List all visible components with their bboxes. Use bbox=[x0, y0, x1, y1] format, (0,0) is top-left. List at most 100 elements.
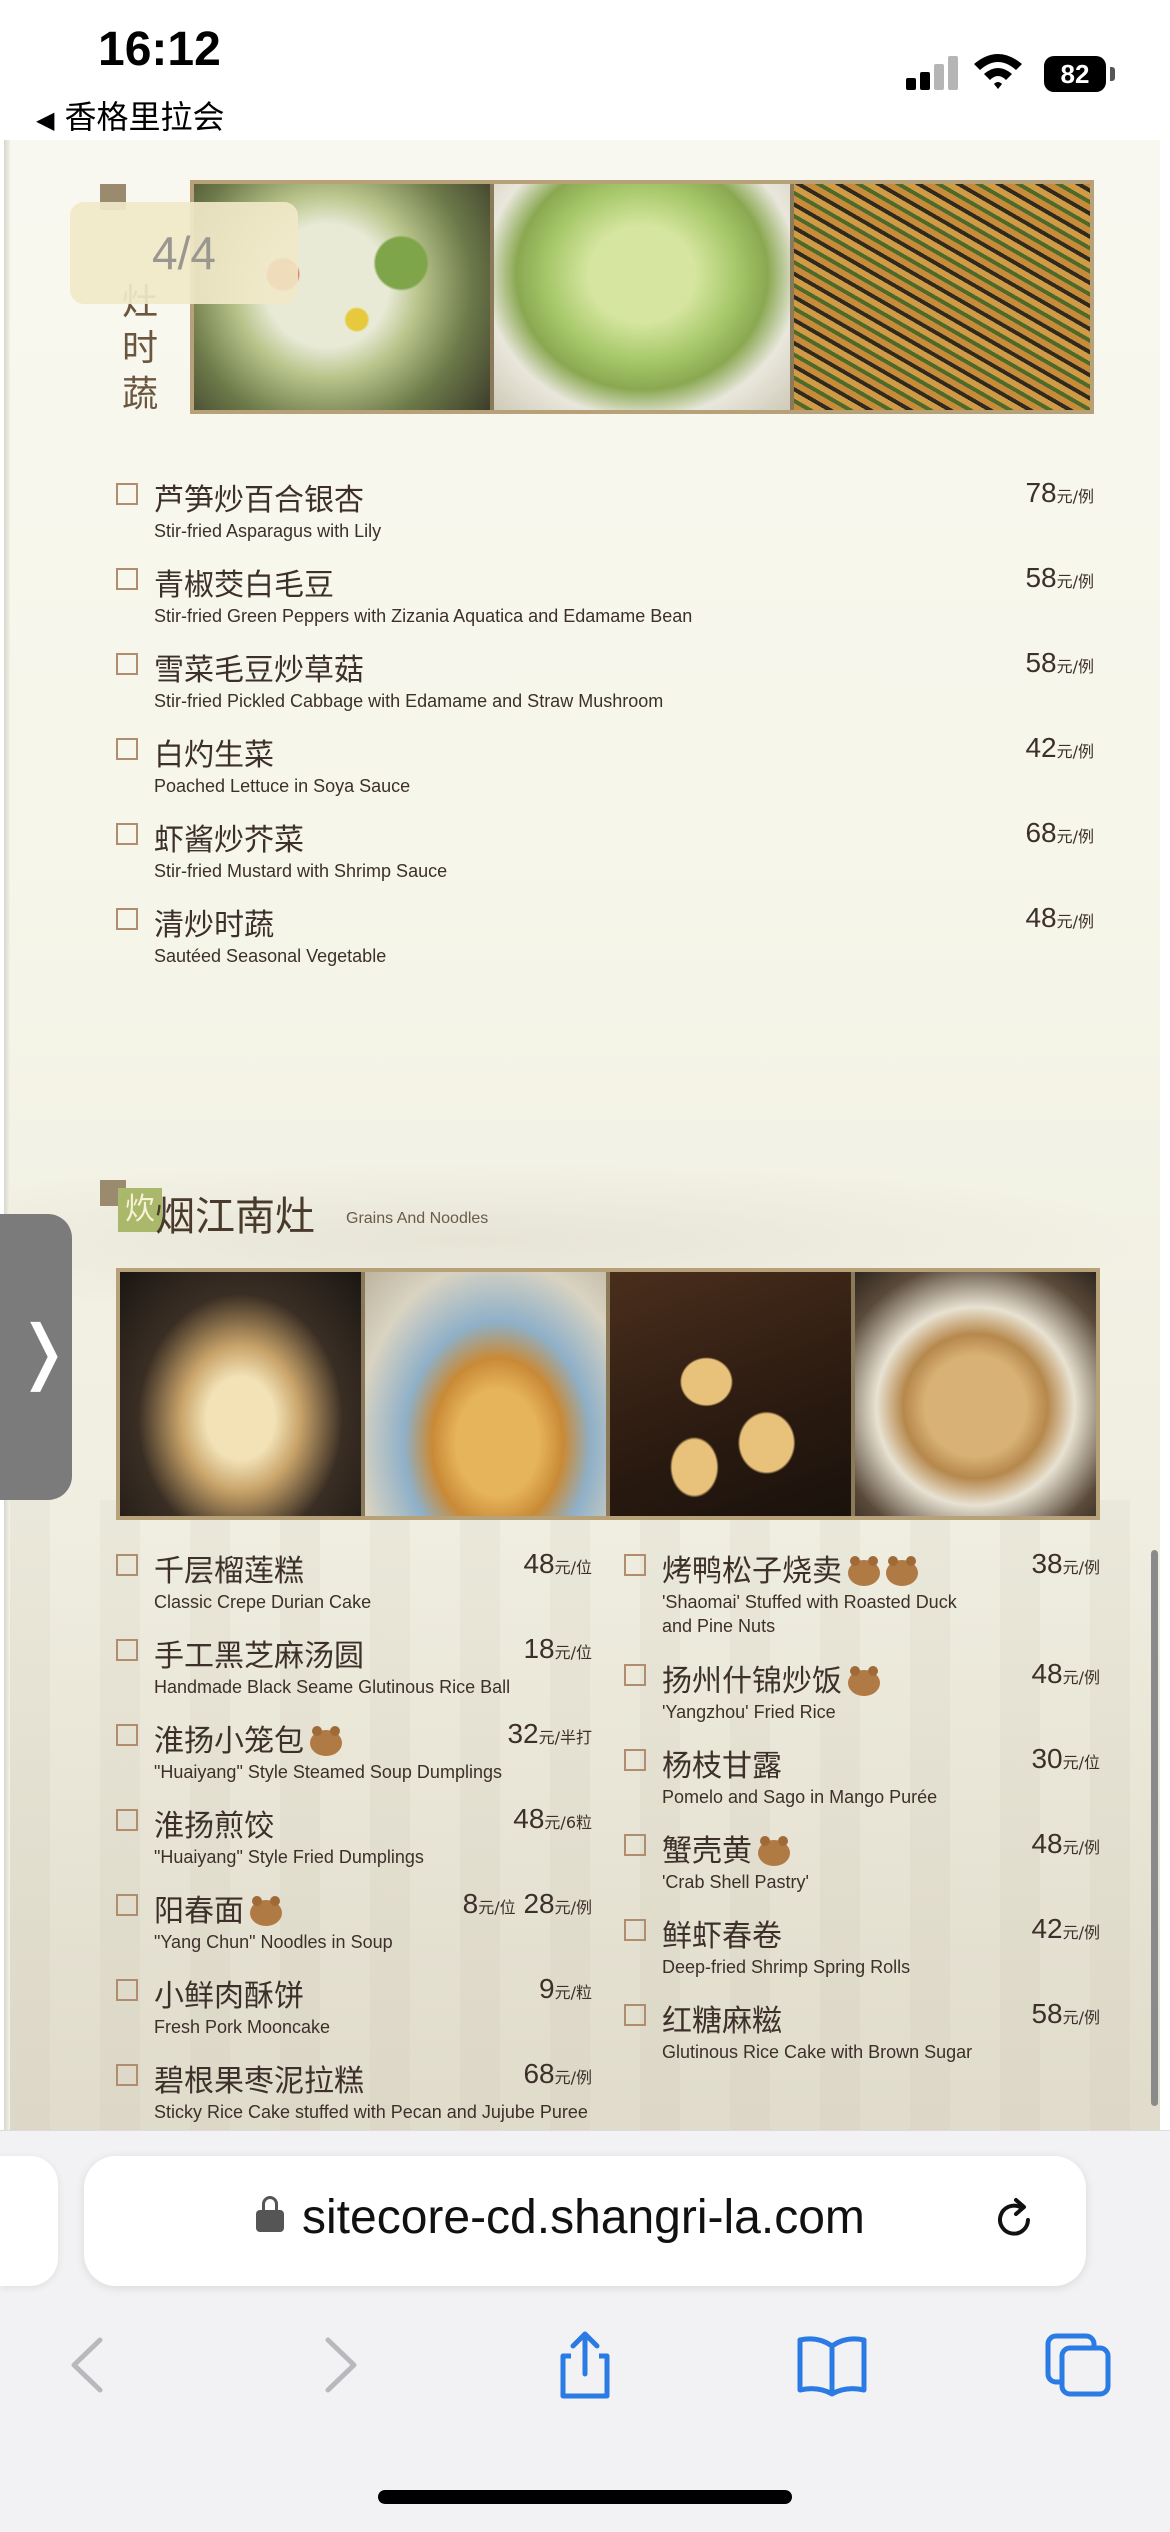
tabs-icon[interactable] bbox=[1040, 2330, 1120, 2400]
dish-price: 58元/例 bbox=[1025, 647, 1094, 678]
dish-name-zh: 杨枝甘露 bbox=[662, 1749, 782, 1784]
vegetable-photo-strip bbox=[190, 180, 1094, 414]
menu-item[interactable]: 虾酱炒芥菜 Stir-fried Mustard with Shrimp Sauc… bbox=[116, 815, 1094, 885]
order-checkbox[interactable] bbox=[116, 1639, 138, 1661]
menu-item[interactable]: 碧根果枣泥拉糕 Sticky Rice Cake stuffed with Pec… bbox=[116, 2056, 592, 2126]
url-text[interactable]: sitecore-cd.shangri-la.com bbox=[302, 2190, 865, 2245]
fried-dumplings-photo bbox=[610, 1272, 851, 1516]
share-icon[interactable] bbox=[545, 2330, 625, 2400]
grains-section-subtitle: Grains And Noodles bbox=[346, 1210, 489, 1227]
order-checkbox[interactable] bbox=[116, 908, 138, 930]
wifi-icon bbox=[974, 54, 1022, 89]
dish-name-en: Classic Crepe Durian Cake bbox=[154, 1592, 372, 1612]
chevron-right-icon[interactable]: ❭ bbox=[14, 1310, 73, 1392]
dish-price: 48元/例 bbox=[1031, 1658, 1100, 1689]
order-checkbox[interactable] bbox=[116, 483, 138, 505]
bear-icon bbox=[250, 1895, 282, 1926]
menu-item[interactable]: 烤鸭松子烧卖 'Shaomai' Stuffed with Roasted Duc… bbox=[624, 1546, 1100, 1636]
menu-item[interactable]: 雪菜毛豆炒草菇 Stir-fried Pickled Cabbage with E… bbox=[116, 645, 1094, 715]
menu-item[interactable]: 芦笋炒百合银杏 Stir-fried Asparagus with Lily 78元… bbox=[116, 475, 1094, 545]
order-checkbox[interactable] bbox=[116, 823, 138, 845]
menu-item[interactable]: 淮扬小笼包 "Huaiyang" Style Steamed Soup Dumpl… bbox=[116, 1716, 592, 1786]
order-checkbox[interactable] bbox=[116, 1724, 138, 1746]
menu-item[interactable]: 手工黑芝麻汤圆 Handmade Black Seame Glutinous Ri… bbox=[116, 1631, 592, 1701]
menu-item[interactable]: 青椒茭白毛豆 Stir-fried Green Peppers with Ziza… bbox=[116, 560, 1094, 630]
reload-icon[interactable] bbox=[990, 2196, 1038, 2244]
order-checkbox[interactable] bbox=[116, 1809, 138, 1831]
dish-name-en: Stir-fried Green Peppers with Zizania Aq… bbox=[154, 606, 693, 626]
grains-photo-strip bbox=[116, 1268, 1100, 1520]
dish-name-en: Deep-fried Shrimp Spring Rolls bbox=[662, 1957, 911, 1977]
dish-name-en: Sticky Rice Cake stuffed with Pecan and … bbox=[154, 2102, 588, 2122]
bear-icon bbox=[310, 1725, 342, 1756]
back-to-app-link[interactable]: ◀ 香格里拉会 bbox=[36, 92, 224, 138]
back-arrow-icon[interactable] bbox=[48, 2330, 128, 2400]
dish-name-en: Handmade Black Seame Glutinous Rice Ball bbox=[154, 1677, 511, 1697]
order-checkbox[interactable] bbox=[116, 1894, 138, 1916]
dish-name-en: 'Crab Shell Pastry' bbox=[662, 1872, 809, 1892]
menu-item[interactable]: 白灼生菜 Poached Lettuce in Soya Sauce 42元/例 bbox=[116, 730, 1094, 800]
menu-item[interactable]: 红糖麻糍 Glutinous Rice Cake with Brown Sugar… bbox=[624, 1996, 1100, 2066]
dish-name-zh: 扬州什锦炒饭 bbox=[662, 1656, 880, 1700]
menu-item[interactable]: 千层榴莲糕 Classic Crepe Durian Cake 48元/位 bbox=[116, 1546, 592, 1616]
back-app-label: 香格里拉会 bbox=[64, 98, 225, 136]
dish-name-en: "Yang Chun" Noodles in Soup bbox=[154, 1932, 393, 1952]
dish-name-zh: 虾酱炒芥菜 bbox=[154, 823, 304, 858]
menu-item[interactable]: 阳春面 "Yang Chun" Noodles in Soup 8元/位 28元/例 bbox=[116, 1886, 592, 1956]
order-checkbox[interactable] bbox=[116, 568, 138, 590]
previous-tab-card[interactable] bbox=[0, 2156, 58, 2286]
dish-name-zh: 淮扬小笼包 bbox=[154, 1716, 342, 1760]
dish-name-zh: 青椒茭白毛豆 bbox=[154, 568, 334, 603]
dish-name-zh: 红糖麻糍 bbox=[662, 2004, 782, 2039]
dish-price: 38元/例 bbox=[1031, 1548, 1100, 1579]
spring-rolls-photo bbox=[365, 1272, 606, 1516]
scroll-indicator[interactable] bbox=[1151, 1550, 1158, 2106]
menu-item[interactable]: 清炒时蔬 Sautéed Seasonal Vegetable 48元/例 bbox=[116, 900, 1094, 970]
menu-item[interactable]: 扬州什锦炒饭 'Yangzhou' Fried Rice 48元/例 bbox=[624, 1656, 1100, 1726]
dish-name-en: Stir-fried Pickled Cabbage with Edamame … bbox=[154, 691, 664, 711]
dish-name-zh: 烤鸭松子烧卖 bbox=[662, 1546, 918, 1590]
bookmarks-icon[interactable] bbox=[792, 2330, 872, 2400]
dish-name-zh: 小鲜肉酥饼 bbox=[154, 1979, 304, 2014]
dish-price: 42元/例 bbox=[1025, 732, 1094, 763]
menu-item[interactable]: 蟹壳黄 'Crab Shell Pastry' 48元/例 bbox=[624, 1826, 1100, 1896]
home-indicator[interactable] bbox=[378, 2490, 792, 2504]
lock-icon bbox=[256, 2196, 284, 2232]
cellular-signal-icon bbox=[906, 52, 962, 90]
order-checkbox[interactable] bbox=[624, 1919, 646, 1941]
stir-fried-greens-photo bbox=[794, 184, 1090, 410]
menu-item[interactable]: 鲜虾春卷 Deep-fried Shrimp Spring Rolls 42元/例 bbox=[624, 1911, 1100, 1981]
order-checkbox[interactable] bbox=[624, 1749, 646, 1771]
order-checkbox[interactable] bbox=[624, 1664, 646, 1686]
order-checkbox[interactable] bbox=[116, 1979, 138, 2001]
dish-name-zh: 碧根果枣泥拉糕 bbox=[154, 2064, 364, 2099]
dish-name-zh: 清炒时蔬 bbox=[154, 908, 274, 943]
order-checkbox[interactable] bbox=[116, 738, 138, 760]
battery-icon: 82 bbox=[1044, 56, 1106, 92]
order-checkbox[interactable] bbox=[624, 1554, 646, 1576]
dish-name-zh: 白灼生菜 bbox=[154, 738, 274, 773]
menu-page: 灶 时 蔬 4/4 炊 烟江南灶 Grains And Noodles 芦笋炒百… bbox=[10, 140, 1160, 2130]
web-viewport[interactable]: 灶 时 蔬 4/4 炊 烟江南灶 Grains And Noodles 芦笋炒百… bbox=[0, 140, 1170, 2130]
forward-arrow-icon[interactable] bbox=[300, 2330, 380, 2400]
dish-name-en: Glutinous Rice Cake with Brown Sugar bbox=[662, 2042, 973, 2062]
dish-name-zh: 淮扬煎饺 bbox=[154, 1809, 274, 1844]
sesame-pastry-photo bbox=[855, 1272, 1096, 1516]
order-checkbox[interactable] bbox=[624, 2004, 646, 2026]
order-checkbox[interactable] bbox=[624, 1834, 646, 1856]
durian-crepe-photo bbox=[120, 1272, 361, 1516]
dish-price: 58元/例 bbox=[1025, 562, 1094, 593]
dish-name-zh: 雪菜毛豆炒草菇 bbox=[154, 653, 364, 688]
dish-price: 8元/位 28元/例 bbox=[462, 1888, 592, 1919]
menu-item[interactable]: 淮扬煎饺 "Huaiyang" Style Fried Dumplings 48元/… bbox=[116, 1801, 592, 1871]
dish-name-en: Poached Lettuce in Soya Sauce bbox=[154, 776, 411, 796]
dish-name-zh: 蟹壳黄 bbox=[662, 1826, 790, 1870]
dish-price: 48元/位 bbox=[523, 1548, 592, 1579]
menu-item[interactable]: 小鲜肉酥饼 Fresh Pork Mooncake 9元/粒 bbox=[116, 1971, 592, 2041]
order-checkbox[interactable] bbox=[116, 1554, 138, 1576]
menu-item[interactable]: 杨枝甘露 Pomelo and Sago in Mango Purée 30元/位 bbox=[624, 1741, 1100, 1811]
order-checkbox[interactable] bbox=[116, 2064, 138, 2086]
dish-name-en: Sautéed Seasonal Vegetable bbox=[154, 946, 387, 966]
order-checkbox[interactable] bbox=[116, 653, 138, 675]
dish-name-en: "Huaiyang" Style Fried Dumplings bbox=[154, 1847, 424, 1867]
